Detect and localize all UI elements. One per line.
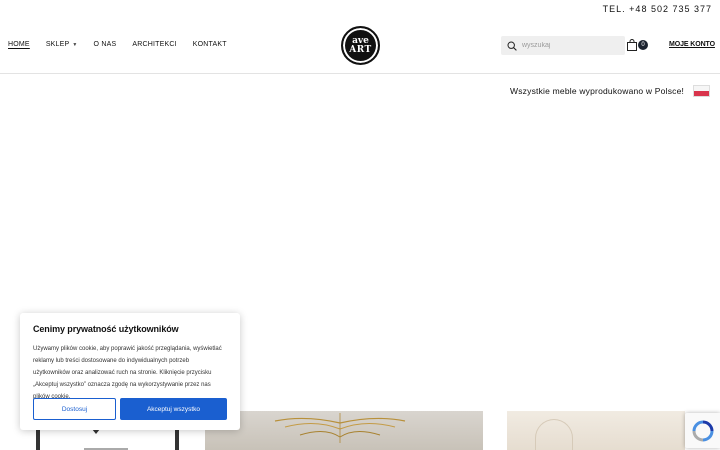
search-icon[interactable] xyxy=(507,40,517,51)
accept-all-button[interactable]: Akceptuj wszystko xyxy=(120,398,227,420)
nav-item-o-nas[interactable]: O NAS xyxy=(94,41,117,48)
arch-decoration xyxy=(535,419,573,450)
nav-item-architekci[interactable]: ARCHITEKCI xyxy=(132,41,176,48)
chandelier-image xyxy=(274,413,406,443)
nav-item-home[interactable]: HOME xyxy=(8,41,30,48)
cookie-actions: Dostosuj Akceptuj wszystko xyxy=(33,398,227,420)
my-account-link[interactable]: MOJE KONTO xyxy=(669,41,715,48)
site-logo[interactable]: ave ART xyxy=(341,26,380,65)
customize-button[interactable]: Dostosuj xyxy=(33,398,116,420)
nav-item-label: SKLEP xyxy=(45,41,70,48)
product-tile[interactable] xyxy=(507,411,685,450)
recaptcha-badge[interactable] xyxy=(685,413,720,448)
made-in-poland-banner: Wszystkie meble wyprodukowano w Polsce! xyxy=(510,85,711,97)
shopping-bag-icon[interactable] xyxy=(626,39,638,51)
nav-item-label: KONTAKT xyxy=(192,41,227,48)
recaptcha-icon xyxy=(692,420,713,441)
nav-item-label: O NAS xyxy=(93,41,117,48)
banner-text: Wszystkie meble wyprodukowano w Polsce! xyxy=(510,86,685,96)
product-tile[interactable] xyxy=(205,411,483,450)
cookie-body: Używamy plików cookie, aby poprawić jako… xyxy=(33,346,222,400)
cart-count-badge[interactable]: 0 xyxy=(638,40,648,50)
nav-item-sklep[interactable]: SKLEP ▼ xyxy=(46,41,78,48)
logo-wordmark: ave ART xyxy=(349,36,372,55)
site-header: HOME SKLEP ▼ O NAS ARCHITEKCI KONTAKT ave… xyxy=(0,0,720,74)
chevron-down-icon: ▼ xyxy=(72,41,78,48)
nav-item-label: HOME xyxy=(8,41,30,48)
cookie-title: Cenimy prywatność użytkowników xyxy=(33,324,179,334)
search-box[interactable] xyxy=(501,36,625,55)
logo-line2: ART xyxy=(349,44,372,55)
search-input[interactable] xyxy=(522,42,617,49)
cookie-consent-dialog: Cenimy prywatność użytkowników Używamy p… xyxy=(20,313,240,430)
nav-item-kontakt[interactable]: KONTAKT xyxy=(193,41,227,48)
poland-flag-icon xyxy=(693,85,711,97)
nav-item-label: ARCHITEKCI xyxy=(132,41,177,48)
main-nav: HOME SKLEP ▼ O NAS ARCHITEKCI KONTAKT xyxy=(8,41,243,48)
